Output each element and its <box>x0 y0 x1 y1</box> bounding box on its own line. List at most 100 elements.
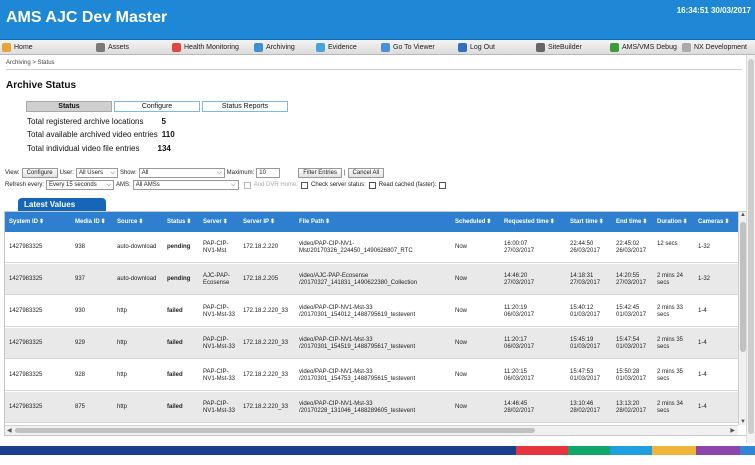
table-row[interactable]: 1427983325 938 auto-download pending PAP-CIP… <box>5 232 738 263</box>
cell-cameras: 1-32 <box>698 276 711 282</box>
check-server-status-checkbox[interactable] <box>301 181 309 189</box>
footer-color-block <box>516 446 568 455</box>
filter-entries-button[interactable]: Filter Entries <box>298 167 342 178</box>
divider <box>6 69 742 70</box>
nav-log-out[interactable]: Log Out <box>458 42 495 53</box>
sort-icon: ⬍ <box>642 219 648 225</box>
column-header-label: Duration <box>657 219 682 225</box>
ams-select[interactable]: All AMSs ⌵ <box>132 180 239 190</box>
column-header-scheduled[interactable]: Scheduled⬍ <box>455 212 491 232</box>
breadcrumb[interactable]: Archiving > Status <box>6 60 55 66</box>
cell-end-time: 15:42:45 01/03/2017 <box>616 305 647 318</box>
cell-source: auto-download <box>117 244 157 250</box>
check-server-status-label: Check server status: <box>311 182 366 188</box>
column-header-system-id[interactable]: System ID⬍ <box>9 212 44 232</box>
dvr-home-label: And DVR Home: <box>253 182 299 188</box>
table-row[interactable]: 1427983325 930 http failed PAP-CIP- NV1-Mst-3… <box>5 296 738 327</box>
table-horizontal-scrollbar[interactable]: ◀ ▶ <box>5 425 738 435</box>
cell-start-time: 15:40:12 01/03/2017 <box>570 305 601 318</box>
chevron-down-icon: ⌵ <box>231 182 236 188</box>
scroll-right-icon[interactable]: ▶ <box>730 427 735 434</box>
nav-evidence[interactable]: Evidence <box>316 42 357 53</box>
column-header-label: Cameras <box>698 219 724 225</box>
nav-label: Home <box>14 44 33 51</box>
footer-color-block <box>610 446 652 455</box>
cancel-all-button[interactable]: Cancel All <box>347 167 385 178</box>
tab-status-reports[interactable]: Status Reports <box>202 101 288 112</box>
tab-status[interactable]: Status <box>26 101 112 112</box>
cell-requested-time: 11:20:15 06/03/2017 <box>504 369 535 382</box>
cell-server: PAP-CIP- NV1-Mst-33 <box>203 337 236 350</box>
column-header-label: Requested time <box>504 219 549 225</box>
refresh-row: Refresh every: Every 15 seconds ⌵ AMS: Al… <box>5 180 449 190</box>
cell-server-ip: 172.18.2.220_33 <box>243 340 289 346</box>
ams-select-value: All AMSs <box>135 182 160 188</box>
cell-duration: 2 mins 34 secs <box>657 401 684 414</box>
nav-nx-development[interactable]: NX Development <box>682 42 747 53</box>
viewer-icon <box>381 43 390 52</box>
column-header-end-time[interactable]: End time⬍ <box>616 212 647 232</box>
sort-icon: ⬍ <box>186 219 192 225</box>
read-cached-checkbox-box[interactable] <box>439 181 447 189</box>
table-row[interactable]: 1427983325 937 auto-download pending AJC-PAP… <box>5 264 738 295</box>
column-header-start-time[interactable]: Start time⬍ <box>570 212 604 232</box>
tab-configure[interactable]: Configure <box>114 101 200 112</box>
scroll-left-icon[interactable]: ◀ <box>7 427 12 434</box>
cell-requested-time: 14:46:20 27/03/2017 <box>504 273 535 286</box>
sort-icon: ⬍ <box>100 219 106 225</box>
stat-label: Total registered archive locations <box>27 117 144 126</box>
nav-home[interactable]: Home <box>2 42 33 53</box>
scroll-thumb[interactable] <box>748 59 754 434</box>
stat-video-file-entries: Total individual video file entries 134 <box>27 144 171 153</box>
maximum-input[interactable]: 10 <box>256 167 281 178</box>
user-select-value: All Users <box>78 169 103 176</box>
chevron-down-icon: ⌵ <box>217 169 222 176</box>
cell-duration: 2 mins 35 secs <box>657 337 684 350</box>
nav-health-monitoring[interactable]: Health Monitoring <box>172 42 239 53</box>
cell-duration: 12 secs <box>657 241 678 247</box>
column-header-label: File Path <box>299 219 325 225</box>
column-header-requested-time[interactable]: Requested time⬍ <box>504 212 555 232</box>
column-header-label: System ID <box>9 219 39 225</box>
user-select[interactable]: All Users ⌵ <box>75 167 118 178</box>
table-row[interactable]: 1427983325 929 http failed PAP-CIP- NV1-Mst-3… <box>5 328 738 359</box>
nav-label: Assets <box>108 44 130 51</box>
sort-icon: ⬍ <box>222 219 228 225</box>
nav-ams-vms-debug[interactable]: AMS/VMS Debug <box>610 42 677 53</box>
column-header-status[interactable]: Status⬍ <box>167 212 191 232</box>
column-header-media-id[interactable]: Media ID⬍ <box>75 212 106 232</box>
nav-assets[interactable]: Assets <box>96 42 129 53</box>
sort-icon: ⬍ <box>549 219 555 225</box>
nav-label: Evidence <box>328 44 357 51</box>
table-row[interactable]: 1427983325 928 http failed PAP-CIP- NV1-Mst-3… <box>5 360 738 391</box>
column-header-duration[interactable]: Duration⬍ <box>657 212 688 232</box>
column-header-server-ip[interactable]: Server IP⬍ <box>243 212 275 232</box>
nav-sitebuilder[interactable]: SiteBuilder <box>536 42 582 53</box>
column-header-label: Server IP <box>243 219 270 225</box>
table-row[interactable]: 1427983325 875 http failed PAP-CIP- NV1-Mst-3… <box>5 392 738 423</box>
cell-media-id: 938 <box>75 244 86 250</box>
scroll-thumb[interactable] <box>15 428 535 433</box>
column-header-source[interactable]: Source⬍ <box>117 212 143 232</box>
stat-archived-video-entries: Total available archived video entries 11… <box>27 130 175 139</box>
refresh-select[interactable]: Every 15 seconds ⌵ <box>46 180 115 190</box>
page-scrollbar[interactable] <box>746 55 755 443</box>
cell-start-time: 14:18:31 27/03/2017 <box>570 273 601 286</box>
column-header-file-path[interactable]: File Path⬍ <box>299 212 330 232</box>
show-select[interactable]: All ⌵ <box>138 167 225 178</box>
configure-button[interactable]: Configure <box>21 167 58 178</box>
column-header-server[interactable]: Server⬍ <box>203 212 228 232</box>
column-header-cameras[interactable]: Cameras⬍ <box>698 212 729 232</box>
nav-label: Go To Viewer <box>393 44 435 51</box>
cell-end-time: 13:13:20 28/02/2017 <box>616 401 647 414</box>
cell-media-id: 929 <box>75 340 86 346</box>
cell-system-id: 1427983325 <box>9 276 43 282</box>
sort-icon: ⬍ <box>486 219 492 225</box>
clock: 16:34:51 30/03/2017 <box>676 6 751 15</box>
nav-go-to-viewer[interactable]: Go To Viewer <box>381 42 435 53</box>
dvr-home-checkbox[interactable] <box>243 181 251 189</box>
cell-system-id: 1427983325 <box>9 372 43 378</box>
cell-start-time: 15:47:53 01/03/2017 <box>570 369 601 382</box>
nav-archiving[interactable]: Archiving <box>254 42 295 53</box>
read-cached-checkbox[interactable] <box>368 181 376 189</box>
